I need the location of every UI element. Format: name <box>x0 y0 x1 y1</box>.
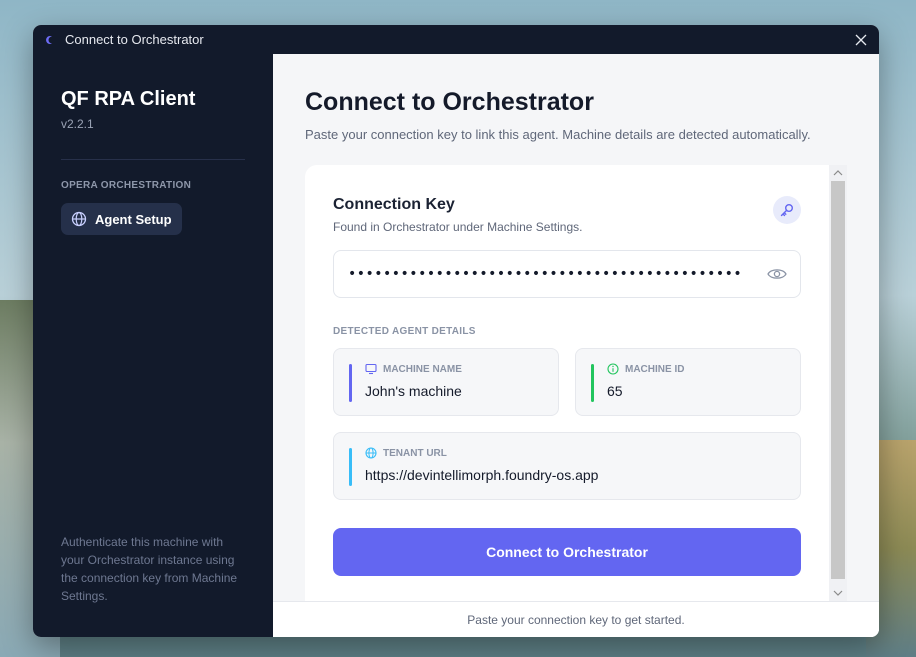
sidebar: QF RPA Client v2.2.1 OPERA ORCHESTRATION… <box>33 54 273 637</box>
page-subtitle: Paste your connection key to link this a… <box>305 127 811 142</box>
toggle-visibility-button[interactable] <box>766 263 788 285</box>
scroll-thumb[interactable] <box>831 181 845 579</box>
close-button[interactable] <box>853 32 869 48</box>
tenant-url-box: TENANT URL https://devintellimorph.found… <box>333 432 801 500</box>
close-icon <box>855 34 867 45</box>
detected-details-label: DETECTED AGENT DETAILS <box>333 326 476 337</box>
machine-id-box: MACHINE ID 65 <box>575 348 801 416</box>
app-window: Connect to Orchestrator QF RPA Client v2… <box>33 25 879 637</box>
sidebar-item-label: Agent Setup <box>95 211 172 227</box>
machine-id-label: MACHINE ID <box>625 363 685 375</box>
sidebar-section-label: OPERA ORCHESTRATION <box>61 180 192 191</box>
window-title: Connect to Orchestrator <box>65 32 204 47</box>
globe-icon <box>71 211 87 227</box>
connection-key-input[interactable] <box>348 266 766 282</box>
main-panel: Connect to Orchestrator Paste your conne… <box>273 54 879 637</box>
tenant-url-accent <box>349 448 352 486</box>
monitor-icon <box>365 363 377 375</box>
machine-name-label: MACHINE NAME <box>383 363 462 375</box>
tenant-url-value: https://devintellimorph.foundry-os.app <box>365 467 599 483</box>
status-bar: Paste your connection key to get started… <box>273 601 879 637</box>
key-badge <box>773 196 801 224</box>
machine-id-value: 65 <box>607 383 623 399</box>
scroll-up-button[interactable] <box>829 165 847 181</box>
tenant-url-label: TENANT URL <box>383 447 447 459</box>
connection-key-field[interactable] <box>333 250 801 298</box>
vertical-scrollbar[interactable] <box>829 165 847 601</box>
globe-icon <box>365 447 377 459</box>
title-bar: Connect to Orchestrator <box>33 25 879 54</box>
sidebar-divider <box>61 159 245 160</box>
machine-name-box: MACHINE NAME John's machine <box>333 348 559 416</box>
connection-key-subtitle: Found in Orchestrator under Machine Sett… <box>333 220 583 234</box>
app-version: v2.2.1 <box>61 117 94 131</box>
connect-button[interactable]: Connect to Orchestrator <box>333 528 801 576</box>
chevron-up-icon <box>833 170 843 176</box>
machine-id-accent <box>591 364 594 402</box>
connection-card: Connection Key Found in Orchestrator und… <box>305 165 829 601</box>
sidebar-item-agent-setup[interactable]: Agent Setup <box>61 203 182 235</box>
key-icon <box>780 204 793 217</box>
connection-key-title: Connection Key <box>333 196 455 213</box>
machine-name-value: John's machine <box>365 383 462 399</box>
eye-icon <box>767 269 787 279</box>
chevron-down-icon <box>833 590 843 596</box>
status-text: Paste your connection key to get started… <box>467 612 685 627</box>
scroll-down-button[interactable] <box>829 585 847 601</box>
page-title: Connect to Orchestrator <box>305 88 594 116</box>
app-logo-icon <box>46 35 52 44</box>
info-icon <box>607 363 619 375</box>
sidebar-footer-text: Authenticate this machine with your Orch… <box>61 535 238 603</box>
machine-name-accent <box>349 364 352 402</box>
app-name: QF RPA Client <box>61 88 196 110</box>
